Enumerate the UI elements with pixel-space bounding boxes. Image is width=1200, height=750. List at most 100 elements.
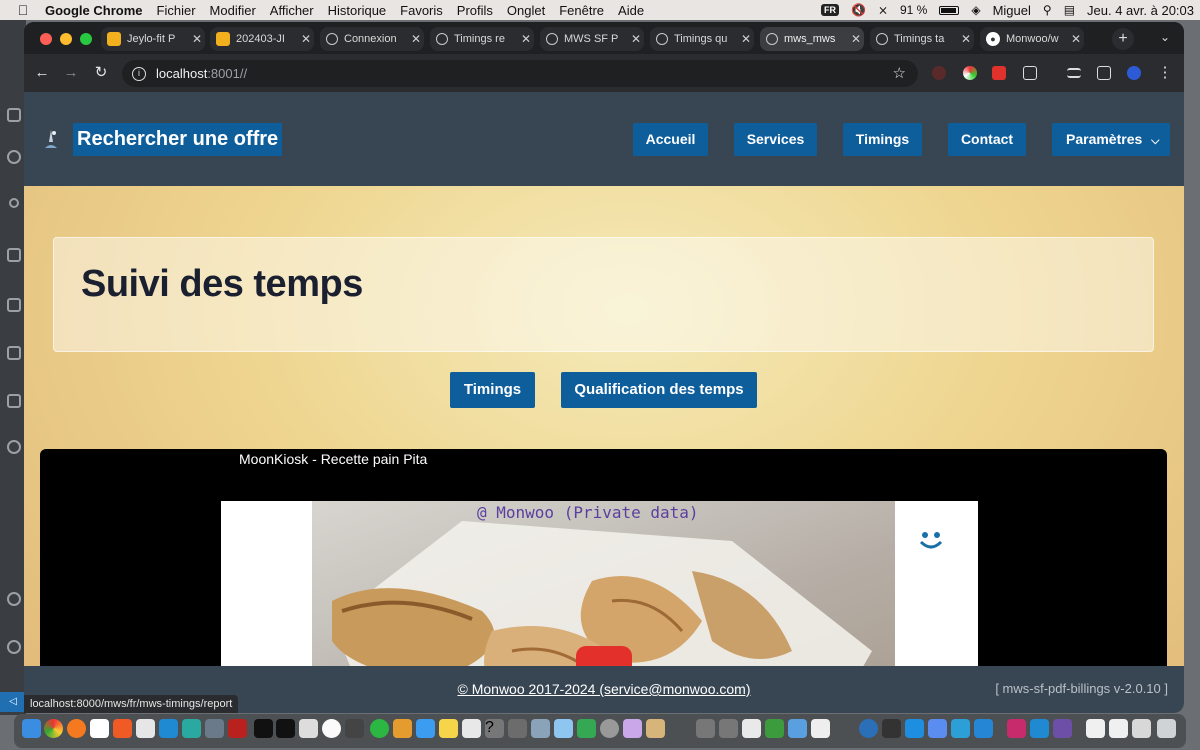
remote-app-icon[interactable] [951,719,970,738]
browser-tab[interactable]: Jeylo-fit P ✕ [101,27,205,51]
site-info-icon[interactable]: i [132,66,146,81]
brave-icon[interactable] [113,719,132,738]
phpstorm-icon[interactable] [1007,719,1026,738]
drawing-app-icon[interactable] [646,719,665,738]
extensions-puzzle-icon[interactable] [1023,66,1037,80]
chrome-menu-icon[interactable]: ⋮ [1155,63,1175,83]
unknown-app-3-icon[interactable] [719,719,738,738]
document-app-icon[interactable] [811,719,830,738]
control-center-icon[interactable]: ▤ [1064,3,1075,17]
browser-tab[interactable]: Timings re ✕ [430,27,534,51]
unknown-app-2-icon[interactable] [696,719,715,738]
close-tab-icon[interactable]: ✕ [298,32,314,46]
nav-timings[interactable]: Timings [843,123,922,156]
bottle-app-icon[interactable] [393,719,412,738]
zoom-window-button[interactable] [80,33,92,45]
debug-icon[interactable] [7,248,21,262]
numbers-icon[interactable] [577,719,596,738]
close-tab-icon[interactable]: ✕ [518,32,534,46]
account-icon[interactable] [7,592,21,606]
document-stack-2-icon[interactable] [1109,719,1128,738]
menu-afficher[interactable]: Afficher [270,3,314,18]
browser-tab[interactable]: Timings qu ✕ [650,27,754,51]
menu-onglet[interactable]: Onglet [507,3,545,18]
testing-icon[interactable] [7,394,21,408]
close-tab-icon[interactable]: ✕ [848,32,864,46]
explorer-icon[interactable] [7,108,21,122]
extension-recorder-icon[interactable] [932,66,946,80]
extension-red-icon[interactable] [992,66,1006,80]
input-source-indicator[interactable]: FR [820,4,839,16]
close-tab-icon[interactable]: ✕ [628,32,644,46]
close-tab-icon[interactable]: ✕ [189,32,205,46]
unknown-app-icon[interactable]: ? [485,719,504,738]
speech-app-icon[interactable] [462,719,481,738]
avatar-app-icon[interactable] [742,719,761,738]
address-bar[interactable]: i localhost:8001// ☆ [122,60,918,87]
close-tab-icon[interactable]: ✕ [738,32,754,46]
remote-explorer-icon[interactable] [7,346,21,360]
nav-services[interactable]: Services [734,123,817,156]
browser-tab-active[interactable]: mws_mws ✕ [760,27,864,51]
browser-tab[interactable]: Connexion ✕ [320,27,424,51]
firefox-icon[interactable] [67,719,86,738]
menu-aide[interactable]: Aide [618,3,644,18]
browser-tab[interactable]: 202403-JI ✕ [210,27,314,51]
video-title[interactable]: MoonKiosk - Recette pain Pita [239,451,427,467]
close-tab-icon[interactable]: ✕ [408,32,424,46]
chrome-icon[interactable] [44,719,63,738]
menu-fichier[interactable]: Fichier [157,3,196,18]
box-app-icon[interactable] [788,719,807,738]
tab-search-chevron-icon[interactable]: ⌄ [1160,30,1170,44]
vscode-insiders-icon[interactable] [182,719,201,738]
menu-favoris[interactable]: Favoris [400,3,443,18]
vscode-2-icon[interactable] [1030,719,1049,738]
clock[interactable]: Jeu. 4 avr. à 20:03 [1087,3,1194,18]
source-control-icon[interactable] [9,198,19,208]
reading-list-icon[interactable] [1067,68,1081,78]
notes-icon[interactable] [439,719,458,738]
extensions-icon[interactable] [7,298,21,312]
quicktime-icon[interactable] [859,719,878,738]
launchpad-icon[interactable] [623,719,642,738]
screenshot-icon[interactable] [345,719,364,738]
viewer-app-icon[interactable] [765,719,784,738]
menu-fenetre[interactable]: Fenêtre [559,3,604,18]
mute-icon[interactable]: 🔇 [851,3,866,17]
upload-app-icon[interactable] [974,719,993,738]
close-tab-icon[interactable]: ✕ [1068,32,1084,46]
minimize-window-button[interactable] [60,33,72,45]
grid-app-icon[interactable] [554,719,573,738]
browser-tab[interactable]: Timings ta ✕ [870,27,974,51]
nav-contact[interactable]: Contact [948,123,1026,156]
mail-icon[interactable] [416,719,435,738]
apple-menu-icon[interactable]:  [14,2,32,18]
side-panel-icon[interactable] [1097,66,1111,80]
menu-app-name[interactable]: Google Chrome [45,3,143,18]
finder-window-icon[interactable] [531,719,550,738]
menu-historique[interactable]: Historique [328,3,387,18]
calendar-icon[interactable] [90,719,109,738]
github-icon[interactable] [7,440,21,454]
settings-icon[interactable] [600,719,619,738]
search-icon[interactable] [7,150,21,164]
document-stack-icon[interactable] [1086,719,1105,738]
display-app-icon[interactable] [882,719,901,738]
close-tab-icon[interactable]: ✕ [958,32,974,46]
trash-icon[interactable] [1157,719,1176,738]
qualification-temps-button[interactable]: Qualification des temps [561,372,757,408]
docker-icon[interactable] [905,719,924,738]
browser-tab[interactable]: ● Monwoo/w ✕ [980,27,1084,51]
vscode-icon[interactable] [159,719,178,738]
finder-icon[interactable] [22,719,41,738]
whatsapp-icon[interactable] [370,719,389,738]
elephant-app-icon[interactable] [205,719,224,738]
menu-modifier[interactable]: Modifier [210,3,256,18]
manage-gear-icon[interactable] [7,640,21,654]
timings-button[interactable]: Timings [450,372,535,408]
app-store-icon[interactable] [322,719,341,738]
github-desktop-icon[interactable] [1053,719,1072,738]
browser-tab[interactable]: MWS SF P ✕ [540,27,644,51]
close-window-button[interactable] [40,33,52,45]
nav-accueil[interactable]: Accueil [633,123,708,156]
